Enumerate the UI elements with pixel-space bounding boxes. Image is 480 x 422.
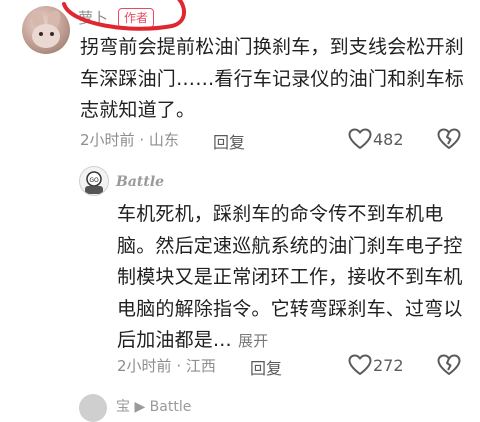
comment-time: 2小时前	[80, 131, 135, 149]
like-count: 272	[373, 356, 404, 375]
meta-separator: ·	[176, 357, 186, 375]
comment-text: 拐弯前会提前松油门换刹车，到支线会松开刹车深踩油门……看行车记录仪的油门和刹车标…	[80, 36, 465, 121]
expand-link[interactable]: 展开	[238, 332, 268, 350]
broken-heart-outline-icon[interactable]	[437, 128, 461, 150]
comment-meta: 2小时前 · 江西	[117, 355, 216, 376]
meta-separator: ·	[139, 131, 149, 149]
avatar-text: GO	[89, 177, 99, 184]
avatar-eye-left	[39, 32, 43, 36]
comment-text-body: 车机死机，踩刹车的命令传不到车机电脑。然后定速巡航系统的油门刹车电子控制模块又是…	[117, 203, 463, 351]
avatar-eye-right	[50, 32, 54, 36]
like-count: 482	[373, 130, 404, 149]
avatar-graphic: GO	[85, 171, 103, 194]
comment-time: 2小时前	[117, 357, 172, 375]
comment-meta: 2小时前 · 山东	[80, 129, 179, 150]
heart-outline-icon[interactable]	[348, 128, 372, 150]
reply-button[interactable]: 回复	[213, 129, 245, 153]
comment-text: 车机死机，踩刹车的命令传不到车机电脑。然后定速巡航系统的油门刹车电子控制模块又是…	[117, 199, 467, 358]
broken-heart-outline-icon[interactable]	[437, 354, 461, 376]
avatar[interactable]: GO	[79, 166, 109, 196]
heart-outline-icon[interactable]	[348, 354, 372, 376]
comment-location: 江西	[185, 357, 216, 375]
comment-username[interactable]: 宝 ▶ Battle	[116, 396, 191, 416]
comment-username[interactable]: Battle	[116, 174, 164, 190]
avatar-face	[32, 24, 60, 48]
avatar[interactable]	[79, 394, 107, 422]
reply-button[interactable]: 回复	[250, 355, 282, 379]
comment-location: 山东	[148, 131, 179, 149]
